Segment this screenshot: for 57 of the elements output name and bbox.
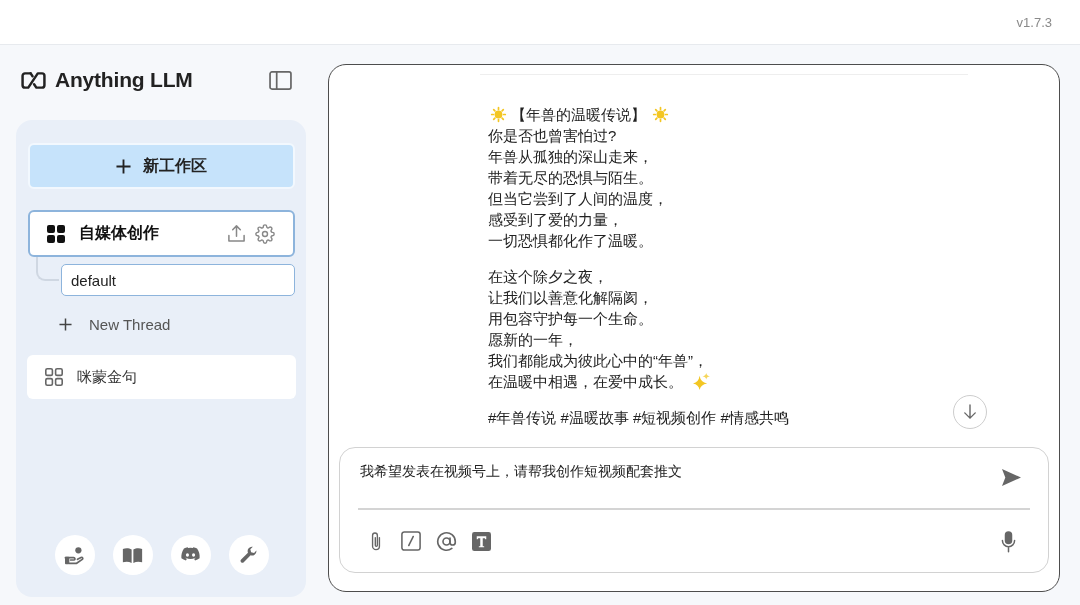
message-line: 用包容守护每一个生命。 <box>488 309 653 329</box>
sidebar-icon <box>269 70 292 90</box>
message-line: 感受到了爱的力量， <box>488 210 623 230</box>
book-icon <box>122 546 143 564</box>
message-line: 一切恐惧都化作了温暖。 <box>488 231 653 251</box>
hand-coin-icon <box>64 545 85 565</box>
text-size-button[interactable] <box>469 529 493 553</box>
text-box-icon <box>471 531 491 551</box>
mention-button[interactable] <box>434 529 458 553</box>
message-line: 年兽从孤独的深山走来， <box>488 147 653 167</box>
message-line: 【年兽的温暖传说】 <box>511 105 646 125</box>
plus-icon <box>59 317 72 331</box>
new-workspace-button[interactable]: 新工作区 <box>28 143 295 189</box>
message-line: 愿新的一年， <box>488 330 578 350</box>
workspace-item[interactable]: 自媒体创作 <box>28 210 295 257</box>
sparkle-icon <box>693 373 710 390</box>
tree-line <box>36 257 59 281</box>
docs-button[interactable] <box>112 535 153 575</box>
message-input[interactable]: 我希望发表在视频号上，请帮我创作短视频配套推文 <box>360 448 1001 496</box>
upload-icon <box>227 224 246 243</box>
slash-command-button[interactable] <box>399 529 423 553</box>
wrench-icon <box>239 545 258 565</box>
send-icon <box>1001 468 1022 487</box>
settings-button[interactable] <box>255 223 275 244</box>
logo-icon <box>20 70 47 90</box>
at-sign-icon <box>435 530 457 552</box>
paperclip-icon <box>370 530 382 552</box>
message-line: 在这个除夕之夜， <box>488 267 608 287</box>
grid-icon <box>45 368 63 386</box>
community-button[interactable] <box>54 535 95 575</box>
sun-icon <box>652 106 669 123</box>
microphone-icon <box>1000 529 1016 553</box>
message-line: 你是否也曾害怕过? <box>488 126 617 146</box>
upload-button[interactable] <box>227 224 246 243</box>
thread-item[interactable]: default <box>61 264 295 296</box>
sun-icon <box>490 106 507 123</box>
settings-link-button[interactable] <box>228 535 269 575</box>
chat-community-button[interactable] <box>170 535 211 575</box>
chat-input-box[interactable]: 我希望发表在视频号上，请帮我创作短视频配套推文 <box>339 447 1049 573</box>
grid-icon <box>47 224 65 243</box>
message-line: 我们都能成为彼此心中的“年兽”， <box>488 351 708 371</box>
settings-icon <box>255 223 275 244</box>
message-line: 但当它尝到了人间的温度， <box>488 189 668 209</box>
logo-text: Anything LLM <box>55 68 193 92</box>
version-label: v1.7.3 <box>1016 14 1052 30</box>
slash-box-icon <box>401 531 421 551</box>
message-line: 在温暖中相遇，在爱中成长。 <box>488 372 683 392</box>
send-button[interactable] <box>1001 468 1022 487</box>
message-line: 带着无尽的恐惧与陌生。 <box>488 168 653 188</box>
workspace-item[interactable]: 咪蒙金句 <box>27 355 296 399</box>
new-thread-button[interactable]: New Thread <box>53 310 177 338</box>
down-arrow-icon <box>963 404 977 420</box>
plus-icon <box>116 158 131 174</box>
scroll-down-button[interactable] <box>953 395 987 429</box>
sidebar-toggle-button[interactable] <box>267 68 294 92</box>
message-line: #年兽传说 #温暖故事 #短视频创作 #情感共鸣 <box>488 408 789 428</box>
message-line: 让我们以善意化解隔阂， <box>488 288 653 308</box>
